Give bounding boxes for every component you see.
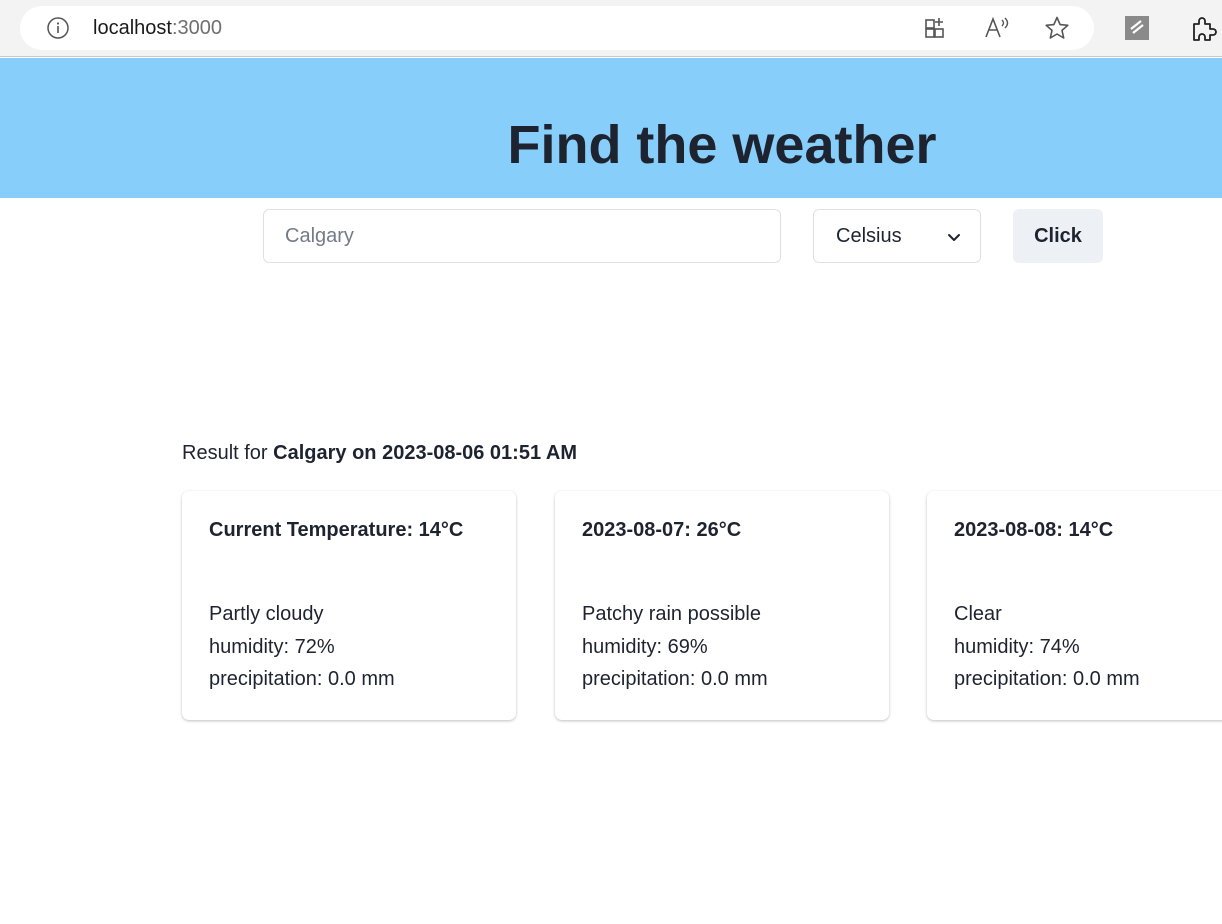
app-grid-icon[interactable] <box>922 14 950 42</box>
favorite-star-icon[interactable] <box>1043 14 1071 42</box>
info-icon[interactable] <box>46 16 70 40</box>
weather-card-forecast: 2023-08-07: 26°C Patchy rain possible hu… <box>555 491 889 720</box>
city-search-input[interactable] <box>263 209 781 263</box>
url-text[interactable]: localhost:3000 <box>93 17 222 39</box>
card-precipitation: precipitation: 0.0 mm <box>582 668 768 690</box>
result-prefix: Result for <box>182 442 268 464</box>
card-title: 2023-08-07: 26°C <box>582 519 742 541</box>
submit-button[interactable]: Click <box>1013 209 1103 263</box>
read-aloud-icon[interactable] <box>983 14 1011 42</box>
unit-select[interactable]: Celsius <box>813 209 981 263</box>
page-title: Find the weather <box>507 115 937 175</box>
result-subject: Calgary on 2023-08-06 01:51 AM <box>273 442 578 464</box>
weather-card-forecast: 2023-08-08: 14°C Clear humidity: 74% pre… <box>927 491 1222 720</box>
chevron-down-icon <box>946 228 962 244</box>
extension-icon[interactable] <box>1123 14 1151 42</box>
card-humidity: humidity: 74% <box>954 635 1080 658</box>
card-condition: Partly cloudy <box>209 603 324 625</box>
card-condition: Patchy rain possible <box>582 603 761 625</box>
card-title: Current Temperature: 14°C <box>209 519 464 541</box>
url-port: :3000 <box>171 17 222 39</box>
puzzle-icon[interactable] <box>1190 14 1218 42</box>
card-details: Patchy rain possible humidity: 69% preci… <box>582 598 768 696</box>
url-host: localhost <box>93 17 172 39</box>
card-details: Clear humidity: 74% precipitation: 0.0 m… <box>954 598 1140 696</box>
card-precipitation: precipitation: 0.0 mm <box>209 668 395 690</box>
result-summary: Result for Calgary on 2023-08-06 01:51 A… <box>182 440 577 466</box>
browser-toolbar: localhost:3000 <box>0 0 1222 57</box>
unit-select-value: Celsius <box>836 224 902 247</box>
card-humidity: humidity: 72% <box>209 635 335 658</box>
card-title: 2023-08-08: 14°C <box>954 519 1114 541</box>
weather-card-current: Current Temperature: 14°C Partly cloudy … <box>182 491 516 720</box>
page-header: Find the weather <box>0 58 1222 198</box>
card-condition: Clear <box>954 603 1002 625</box>
card-details: Partly cloudy humidity: 72% precipitatio… <box>209 598 395 696</box>
card-precipitation: precipitation: 0.0 mm <box>954 668 1140 690</box>
card-humidity: humidity: 69% <box>582 635 708 658</box>
